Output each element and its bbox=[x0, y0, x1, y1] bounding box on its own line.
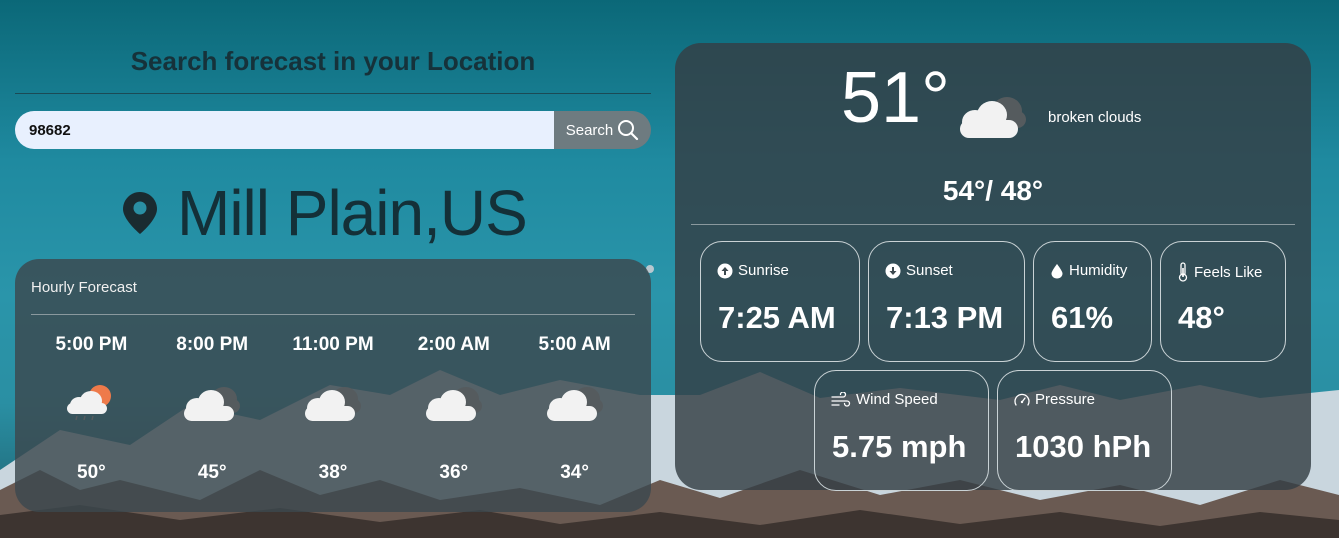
pressure-label-row: Pressure bbox=[1014, 391, 1095, 408]
sunset-value: 7:13 PM bbox=[886, 300, 1004, 335]
wind-speed-label: Wind Speed bbox=[856, 391, 938, 408]
wind-speed-card: Wind Speed 5.75 mph bbox=[814, 370, 989, 491]
hourly-temp: 34° bbox=[560, 462, 589, 483]
broken-clouds-icon bbox=[514, 358, 635, 448]
partly-cloudy-rain-icon bbox=[31, 358, 152, 448]
broken-clouds-icon bbox=[152, 358, 273, 448]
weather-description: broken clouds bbox=[1048, 109, 1142, 126]
hourly-item: 8:00 PM 45° bbox=[152, 334, 273, 484]
hourly-temp: 45° bbox=[197, 462, 227, 483]
sunrise-value: 7:25 AM bbox=[718, 300, 836, 335]
hourly-item: 2:00 AM 36° bbox=[393, 334, 514, 484]
current-weather-card: 51° broken clouds 54°/ 48° Sunrise 7:25 … bbox=[675, 43, 1311, 491]
hourly-item: 11:00 PM 38° bbox=[273, 334, 394, 484]
pressure-value: 1030 hPh bbox=[1015, 429, 1152, 464]
search-bar: Search bbox=[15, 111, 651, 149]
sunset-card: Sunset 7:13 PM bbox=[868, 241, 1025, 362]
wind-speed-value: 5.75 mph bbox=[832, 429, 967, 464]
droplet-icon bbox=[1051, 263, 1063, 278]
hourly-time: 11:00 PM bbox=[292, 334, 374, 355]
location-display: Mill Plain,US bbox=[123, 176, 528, 250]
title-divider bbox=[15, 93, 651, 94]
feels-like-value: 48° bbox=[1178, 300, 1225, 335]
hourly-divider bbox=[31, 314, 635, 315]
sunrise-card: Sunrise 7:25 AM bbox=[700, 241, 860, 362]
humidity-label-row: Humidity bbox=[1050, 262, 1127, 279]
pressure-card: Pressure 1030 hPh bbox=[997, 370, 1172, 491]
arrow-up-circle-icon bbox=[717, 263, 733, 278]
hourly-items: 5:00 PM 50° 8:00 PM 45° 11:00 PM 38° 2:0… bbox=[31, 334, 635, 484]
current-divider bbox=[691, 224, 1295, 225]
feels-like-label-row: Feels Like bbox=[1177, 262, 1262, 282]
hourly-temp: 38° bbox=[318, 462, 348, 483]
feels-like-card: Feels Like 48° bbox=[1160, 241, 1286, 362]
search-icon bbox=[618, 120, 639, 141]
hourly-item: 5:00 PM 50° bbox=[31, 334, 152, 484]
search-button[interactable]: Search bbox=[554, 111, 651, 149]
hourly-item: 5:00 AM 34° bbox=[514, 334, 635, 484]
hourly-temp: 50° bbox=[77, 462, 106, 483]
humidity-card: Humidity 61% bbox=[1033, 241, 1152, 362]
broken-clouds-icon bbox=[273, 358, 394, 448]
arrow-down-circle-icon bbox=[885, 263, 901, 278]
search-title: Search forecast in your Location bbox=[130, 46, 536, 76]
high-low-temperature: 54°/ 48° bbox=[942, 175, 1044, 206]
sunrise-label: Sunrise bbox=[738, 262, 789, 279]
search-button-label: Search bbox=[565, 121, 614, 139]
broken-clouds-icon bbox=[393, 358, 514, 448]
hourly-time: 2:00 AM bbox=[417, 334, 490, 355]
gauge-icon bbox=[1014, 393, 1030, 406]
hourly-forecast-card: Hourly Forecast 5:00 PM 50° 8:00 PM 45° … bbox=[15, 259, 651, 512]
feels-like-label: Feels Like bbox=[1194, 263, 1263, 281]
hourly-time: 5:00 AM bbox=[538, 334, 611, 355]
wind-speed-label-row: Wind Speed bbox=[831, 391, 938, 408]
humidity-label: Humidity bbox=[1069, 262, 1128, 279]
pressure-label: Pressure bbox=[1035, 391, 1096, 408]
wind-icon bbox=[831, 391, 851, 407]
hourly-time: 8:00 PM bbox=[176, 334, 249, 355]
hourly-forecast-title: Hourly Forecast bbox=[31, 279, 137, 296]
current-temperature: 51° bbox=[841, 58, 950, 138]
sunset-label: Sunset bbox=[906, 262, 953, 279]
sunrise-label-row: Sunrise bbox=[717, 262, 789, 279]
humidity-value: 61% bbox=[1051, 300, 1114, 335]
search-input[interactable] bbox=[15, 111, 554, 149]
location-name: Mill Plain,US bbox=[177, 177, 528, 249]
sunset-label-row: Sunset bbox=[885, 262, 953, 279]
hourly-temp: 36° bbox=[439, 462, 469, 483]
location-pin-icon bbox=[123, 192, 157, 234]
broken-clouds-icon bbox=[956, 91, 1030, 148]
hourly-time: 5:00 PM bbox=[55, 334, 128, 355]
thermometer-icon bbox=[1178, 262, 1188, 282]
